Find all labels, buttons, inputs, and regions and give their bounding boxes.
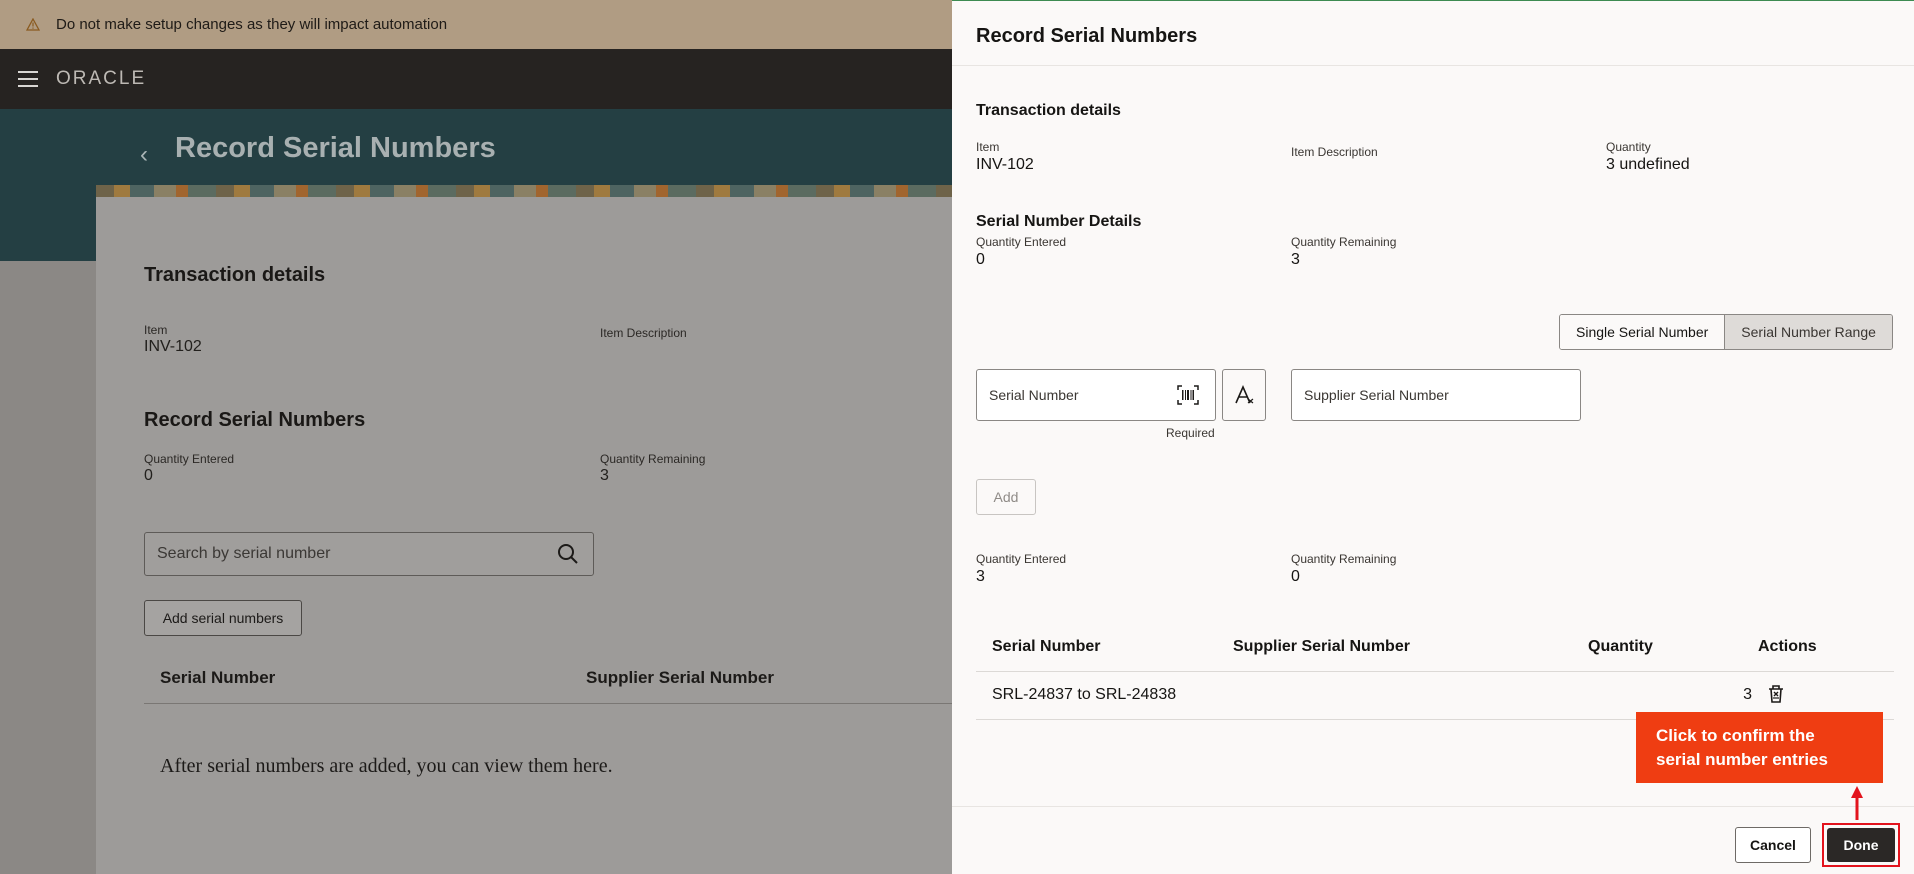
quantity-entered-value: 0	[976, 251, 985, 268]
chevron-left-icon[interactable]: ‹	[140, 141, 148, 169]
quantity-remaining-label: Quantity Remaining	[600, 452, 706, 466]
cancel-button[interactable]: Cancel	[1735, 827, 1811, 863]
quantity-remaining-value: 3	[600, 467, 609, 484]
page-title: Record Serial Numbers	[175, 132, 496, 164]
row-quantity: 3	[1743, 686, 1752, 703]
item-label: Item	[976, 140, 1000, 154]
barcode-scan-icon[interactable]	[1177, 385, 1199, 408]
quantity-remaining-label-2: Quantity Remaining	[1291, 552, 1397, 566]
banner-text: Do not make setup changes as they will i…	[56, 16, 448, 33]
transaction-details-heading: Transaction details	[976, 102, 1121, 119]
column-supplier-serial-number: Supplier Serial Number	[586, 668, 774, 687]
oracle-logo: ORACLE	[56, 68, 147, 89]
column-supplier-serial-number: Supplier Serial Number	[1233, 638, 1410, 655]
serial-number-range-option[interactable]: Serial Number Range	[1725, 315, 1892, 349]
required-hint: Required	[1166, 426, 1215, 440]
transaction-details-heading: Transaction details	[144, 264, 326, 286]
item-description-label: Item Description	[600, 326, 687, 340]
record-serial-drawer: Record Serial Numbers Transaction detail…	[952, 0, 1914, 874]
search-input[interactable]: Search by serial number	[144, 532, 594, 576]
text-format-icon[interactable]	[1222, 369, 1266, 421]
quantity-entered-label-2: Quantity Entered	[976, 552, 1067, 566]
item-value: INV-102	[976, 156, 1034, 173]
table-header-divider	[976, 671, 1894, 672]
supplier-serial-placeholder: Supplier Serial Number	[1304, 387, 1449, 403]
quantity-remaining-value: 3	[1291, 251, 1300, 268]
column-serial-number: Serial Number	[992, 638, 1101, 655]
done-highlight-box: Done	[1822, 823, 1900, 867]
supplier-serial-number-input[interactable]: Supplier Serial Number	[1291, 369, 1581, 421]
search-icon[interactable]	[557, 543, 579, 570]
quantity-value: 3 undefined	[1606, 156, 1690, 173]
item-value: INV-102	[144, 338, 202, 355]
column-actions: Actions	[1758, 638, 1817, 655]
instruction-callout: Click to confirm the serial number entri…	[1636, 712, 1883, 783]
quantity-remaining-value-2: 0	[1291, 568, 1300, 585]
quantity-label: Quantity	[1606, 140, 1651, 154]
entry-mode-toggle: Single Serial Number Serial Number Range	[1559, 314, 1893, 350]
drawer-title: Record Serial Numbers	[976, 25, 1198, 47]
empty-state-text: After serial numbers are added, you can …	[160, 755, 613, 777]
search-placeholder: Search by serial number	[157, 545, 331, 562]
serial-number-details-heading: Serial Number Details	[976, 213, 1142, 230]
top-navbar: ORACLE	[0, 49, 952, 109]
item-description-label: Item Description	[1291, 145, 1378, 159]
record-serial-heading: Record Serial Numbers	[144, 409, 366, 431]
add-serial-numbers-button[interactable]: Add serial numbers	[144, 600, 302, 636]
table-divider	[144, 703, 952, 704]
callout-arrow	[1849, 784, 1865, 827]
drawer-header: Record Serial Numbers	[952, 1, 1914, 66]
serial-number-input[interactable]: Serial Number	[976, 369, 1216, 421]
background-texture	[0, 261, 96, 874]
row-serial-range: SRL-24837 to SRL-24838	[992, 686, 1177, 703]
column-quantity: Quantity	[1588, 638, 1653, 655]
quantity-entered-value: 0	[144, 467, 153, 484]
serial-number-placeholder: Serial Number	[989, 387, 1079, 403]
done-button[interactable]: Done	[1827, 828, 1895, 862]
delete-icon[interactable]	[1767, 684, 1785, 709]
single-serial-number-option[interactable]: Single Serial Number	[1560, 315, 1726, 349]
quantity-entered-value-2: 3	[976, 568, 985, 585]
quantity-entered-label: Quantity Entered	[144, 452, 235, 466]
warning-banner: Do not make setup changes as they will i…	[0, 0, 952, 49]
quantity-entered-label: Quantity Entered	[976, 235, 1067, 249]
footer-divider	[952, 806, 1914, 807]
warning-icon	[24, 16, 42, 34]
quantity-remaining-label: Quantity Remaining	[1291, 235, 1397, 249]
item-label: Item	[144, 323, 168, 337]
column-serial-number: Serial Number	[160, 668, 276, 687]
menu-icon[interactable]	[18, 71, 38, 87]
add-button[interactable]: Add	[976, 479, 1036, 515]
